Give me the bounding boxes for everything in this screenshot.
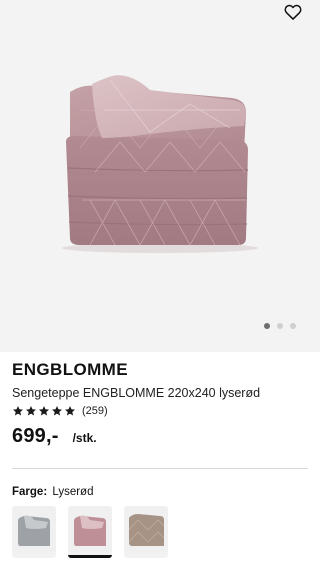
star-icon <box>39 406 49 416</box>
selected-color-name: Lyserød <box>52 486 94 498</box>
star-icon <box>13 406 23 416</box>
price-row: 699,- /stk. <box>12 425 312 448</box>
star-icon <box>65 406 75 416</box>
color-swatches <box>12 506 168 558</box>
product-title: Sengeteppe ENGBLOMME 220x240 lyserød <box>12 386 261 400</box>
product-brand: ENGBLOMME <box>12 360 128 379</box>
divider <box>12 468 308 469</box>
product-image[interactable] <box>0 0 320 352</box>
color-swatch-beige[interactable] <box>124 506 168 558</box>
product-rating[interactable]: (259) <box>12 405 312 417</box>
product-price: 699,- <box>12 425 59 447</box>
color-swatch-grey[interactable] <box>12 506 56 558</box>
star-icon <box>26 406 36 416</box>
color-selection-label: Farge: Lyserød <box>12 486 93 498</box>
star-icon <box>52 406 62 416</box>
color-label: Farge: <box>12 486 48 498</box>
heart-outline-icon[interactable] <box>283 2 303 22</box>
image-pagination <box>0 323 320 329</box>
rating-stars <box>12 405 76 417</box>
pagination-dot[interactable] <box>290 323 296 329</box>
color-swatch-pink[interactable] <box>68 506 112 558</box>
product-image-gallery[interactable] <box>0 0 320 352</box>
product-info: ENGBLOMME Sengeteppe ENGBLOMME 220x240 l… <box>12 360 312 448</box>
review-count[interactable]: (259) <box>82 405 108 417</box>
price-unit: /stk. <box>72 431 97 445</box>
pagination-dot-active[interactable] <box>264 323 270 329</box>
pagination-dot[interactable] <box>277 323 283 329</box>
